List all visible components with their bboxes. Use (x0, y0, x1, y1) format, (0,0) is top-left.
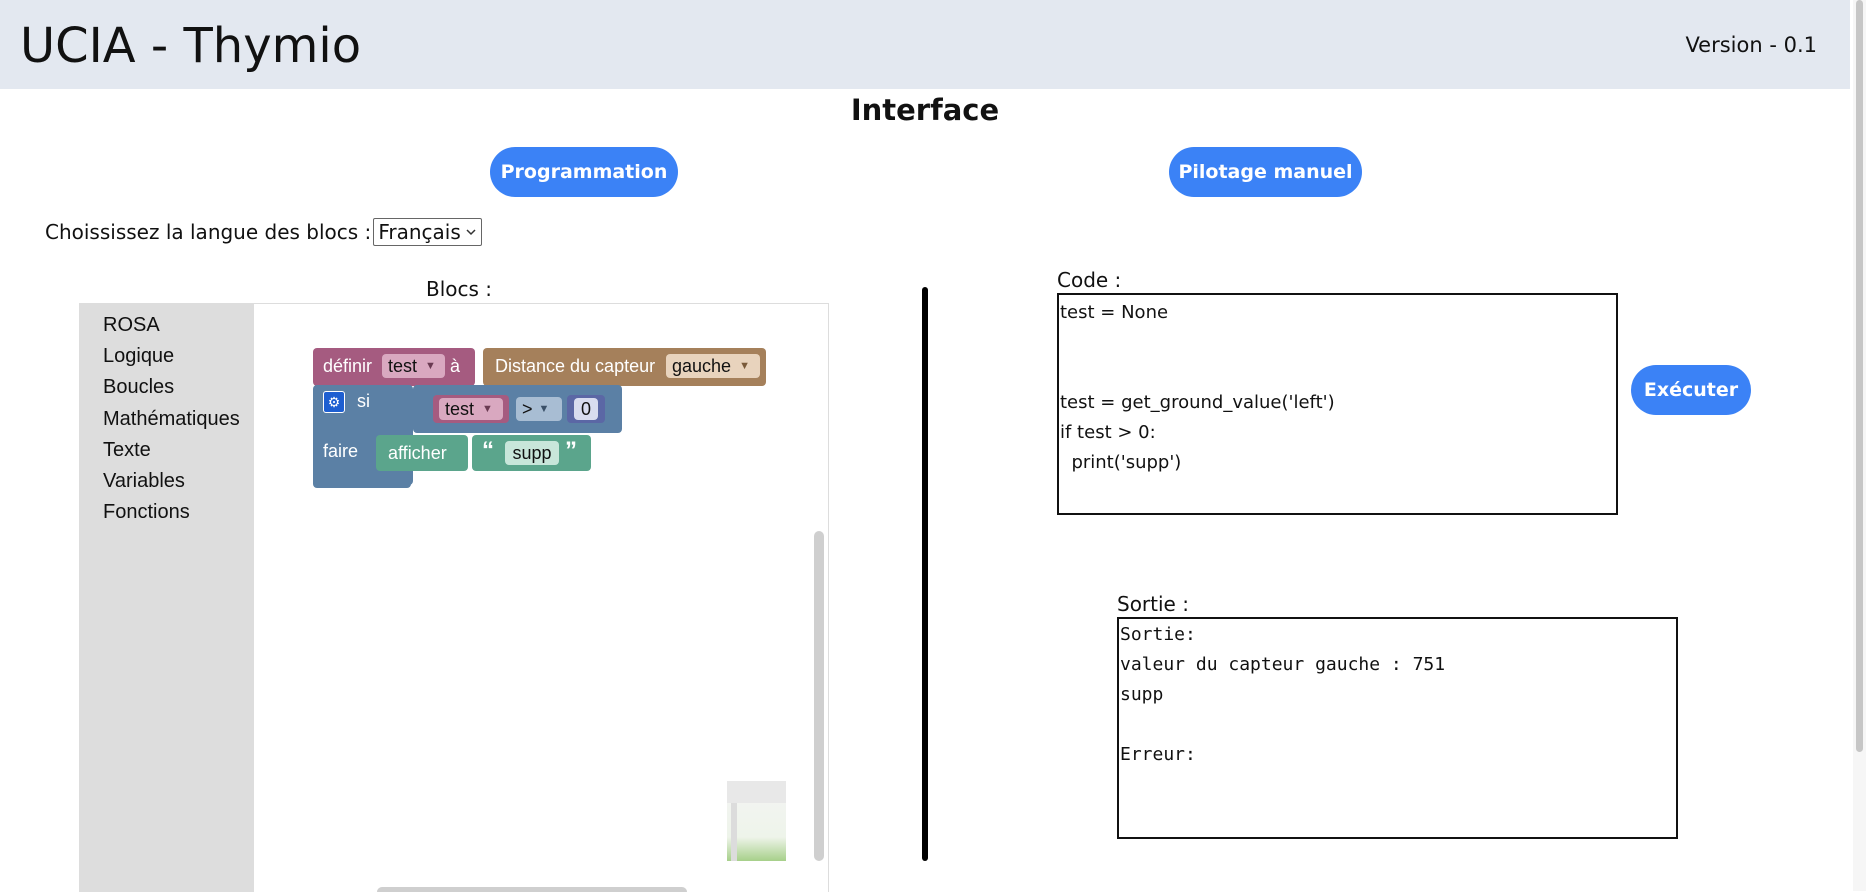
toolbox-category-variables[interactable]: Variables (103, 470, 185, 493)
sensor-side-dropdown[interactable]: gauche ▼ (666, 354, 760, 378)
to-keyword: à (450, 356, 461, 376)
set-variable-block[interactable]: définir test ▼ à (313, 348, 475, 386)
block-toolbox: ROSA Logique Boucles Mathématiques Texte… (79, 304, 254, 892)
code-line: print('supp') (1060, 452, 1182, 473)
dropdown-arrow-icon: ▼ (739, 360, 750, 372)
output-line: Sortie: (1120, 624, 1196, 645)
sensor-side-value: gauche (672, 355, 732, 376)
page-scrollbar-thumb[interactable] (1856, 0, 1863, 752)
toolbox-category-rosa[interactable]: ROSA (103, 314, 160, 337)
operator-dropdown[interactable]: > ▼ (516, 397, 562, 421)
workspace-horizontal-scrollbar[interactable] (377, 887, 687, 892)
page-scrollbar[interactable] (1853, 0, 1866, 891)
sensor-distance-block[interactable]: Distance du capteur gauche ▼ (483, 348, 766, 386)
gear-icon[interactable]: ⚙ (323, 391, 345, 413)
if-keyword: si (357, 391, 370, 411)
compare-variable-name: test (445, 398, 475, 419)
number-field[interactable]: 0 (574, 398, 598, 420)
page-title: Interface (850, 93, 1000, 127)
print-keyword: afficher (388, 443, 447, 463)
language-select[interactable]: Français (373, 218, 482, 246)
code-line: test = None (1060, 302, 1169, 323)
operator-value: > (522, 398, 533, 419)
app-header: UCIA - Thymio Version - 0.1 (0, 0, 1850, 89)
text-value-field[interactable]: supp (505, 441, 559, 465)
toolbox-category-math[interactable]: Mathématiques (103, 408, 240, 431)
compare-variable-dropdown[interactable]: test ▼ (439, 398, 503, 420)
dropdown-arrow-icon: ▼ (538, 403, 550, 415)
toolbox-category-logic[interactable]: Logique (103, 345, 174, 368)
if-block-footer (313, 474, 411, 488)
compare-block[interactable]: test ▼ > ▼ 0 (413, 385, 622, 433)
sensor-label: Distance du capteur (495, 356, 656, 376)
programming-mode-button[interactable]: Programmation (490, 147, 678, 197)
output-line: Erreur: (1120, 744, 1196, 765)
variable-name: test (388, 355, 418, 376)
text-block[interactable]: “ supp ” (472, 435, 591, 471)
toolbox-category-loops[interactable]: Boucles (103, 376, 174, 399)
open-quote-icon: “ (482, 437, 494, 464)
code-line: if test > 0: (1060, 422, 1156, 443)
trash-icon[interactable] (727, 781, 786, 861)
language-label: Choississez la langue des blocs : (45, 220, 372, 244)
close-quote-icon: ” (565, 437, 577, 464)
language-selected-value: Français (378, 220, 461, 244)
number-block[interactable]: 0 (567, 395, 605, 423)
execute-button[interactable]: Exécuter (1631, 365, 1751, 415)
set-keyword: définir (323, 356, 373, 376)
variable-dropdown[interactable]: test ▼ (382, 354, 445, 378)
code-line: test = get_ground_value('left') (1060, 392, 1335, 413)
output-line: supp (1120, 684, 1164, 705)
toolbox-category-functions[interactable]: Fonctions (103, 501, 190, 524)
print-block[interactable]: afficher (376, 435, 468, 471)
version-label: Version - 0.1 (1685, 33, 1817, 57)
language-row: Choississez la langue des blocs : França… (45, 218, 482, 246)
code-view[interactable]: test = None test = get_ground_value('lef… (1057, 293, 1618, 515)
output-label: Sortie : (1117, 592, 1189, 616)
manual-control-button[interactable]: Pilotage manuel (1169, 147, 1362, 197)
output-line: valeur du capteur gauche : 751 (1120, 654, 1446, 675)
code-label: Code : (1057, 268, 1122, 292)
dropdown-arrow-icon: ▼ (482, 403, 493, 415)
dropdown-arrow-icon: ▼ (425, 360, 436, 372)
do-keyword: faire (323, 441, 359, 461)
blockly-workspace[interactable]: ROSA Logique Boucles Mathématiques Texte… (79, 303, 829, 892)
output-view: Sortie: valeur du capteur gauche : 751 s… (1117, 617, 1678, 839)
blocks-label: Blocs : (426, 277, 493, 301)
compare-variable-block[interactable]: test ▼ (433, 395, 509, 423)
toolbox-category-text[interactable]: Texte (103, 439, 151, 462)
app-title: UCIA - Thymio (20, 18, 362, 74)
panel-divider (922, 287, 928, 861)
chevron-down-icon (466, 229, 476, 236)
workspace-vertical-scrollbar[interactable] (814, 531, 824, 861)
